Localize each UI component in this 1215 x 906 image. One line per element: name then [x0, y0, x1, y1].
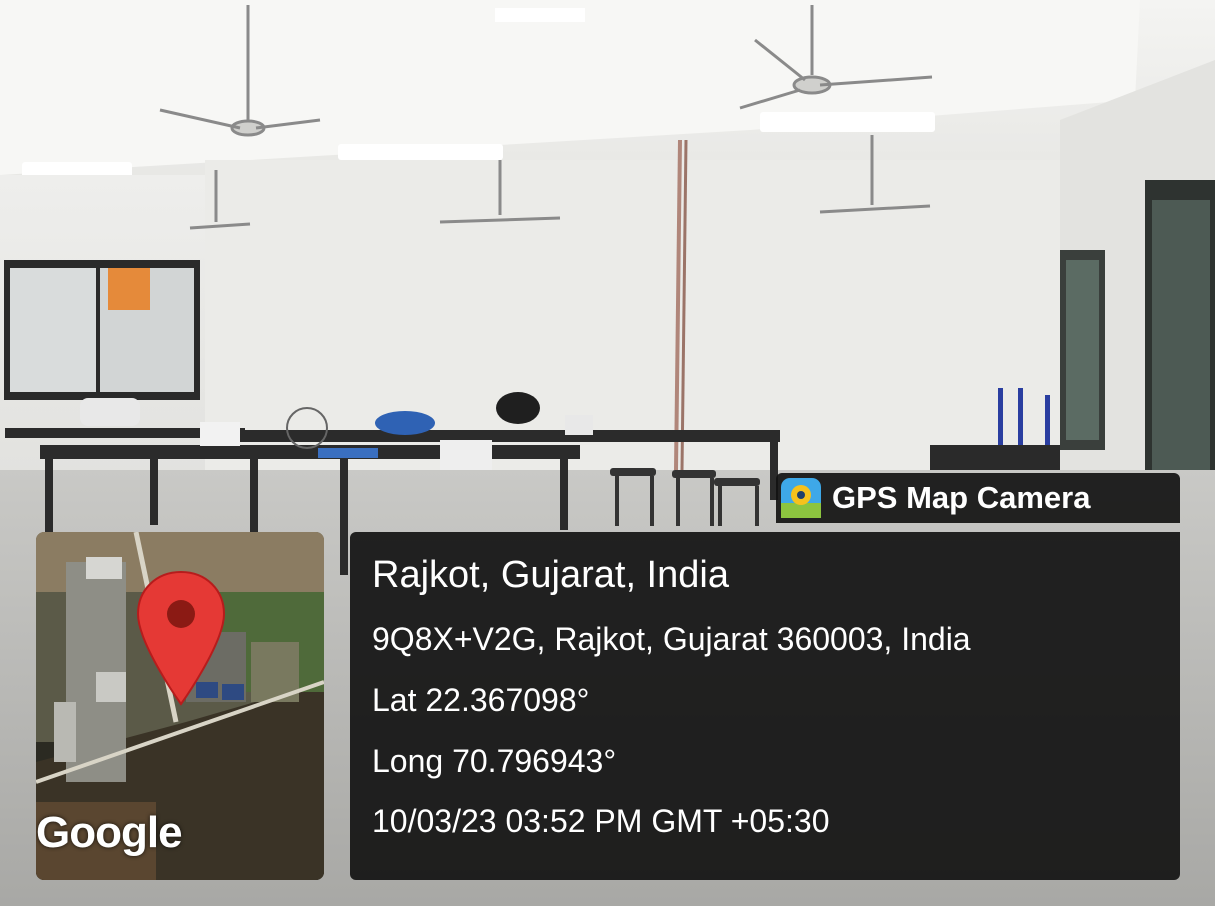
app-logo-bar: GPS Map Camera [776, 473, 1180, 523]
datetime-label: 10/03/23 03:52 PM GMT +05:30 [372, 803, 830, 839]
city-label: Rajkot, Gujarat, India [372, 554, 729, 596]
address-label: 9Q8X+V2G, Rajkot, Gujarat 360003, India [372, 621, 971, 657]
gps-map-camera-icon [781, 478, 821, 518]
location-info-panel: Rajkot, Gujarat, India 9Q8X+V2G, Rajkot,… [350, 532, 1180, 880]
longitude-label: Long 70.796943° [372, 743, 617, 779]
app-name: GPS Map Camera [832, 480, 1091, 515]
latitude-label: Lat 22.367098° [372, 682, 590, 718]
map-pin-icon [136, 570, 226, 706]
map-thumbnail: Google [36, 532, 324, 880]
map-brand-label: Google [36, 808, 183, 857]
